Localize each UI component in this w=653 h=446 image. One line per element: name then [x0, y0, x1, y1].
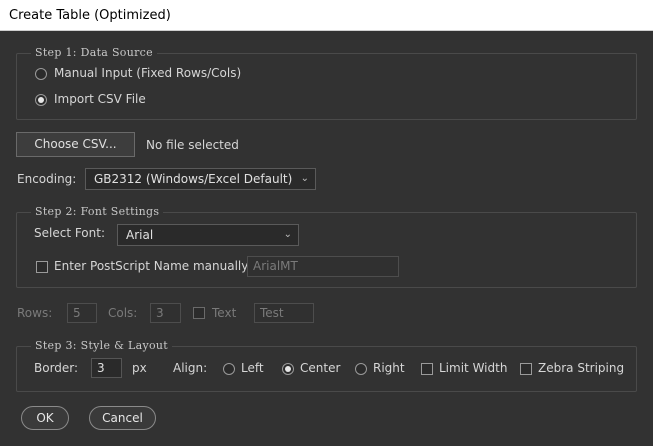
text-checkbox[interactable]	[193, 307, 205, 319]
postscript-label[interactable]: Enter PostScript Name manually:	[54, 259, 252, 273]
zebra-striping-checkbox[interactable]	[520, 363, 532, 375]
manual-input-radio[interactable]	[35, 68, 47, 80]
text-value: Test	[260, 306, 284, 320]
align-right-radio[interactable]	[355, 363, 367, 375]
border-value: 3	[97, 361, 105, 375]
rows-value: 5	[73, 306, 81, 320]
step1-legend: Step 1: Data Source	[31, 46, 157, 59]
import-csv-label[interactable]: Import CSV File	[54, 92, 146, 106]
window-titlebar[interactable]: Create Table (Optimized)	[0, 0, 653, 31]
choose-csv-label: Choose CSV...	[34, 137, 117, 151]
encoding-value: GB2312 (Windows/Excel Default)	[94, 172, 293, 186]
cols-value: 3	[156, 306, 164, 320]
rows-input[interactable]: 5	[67, 303, 97, 323]
ok-button[interactable]: OK	[21, 406, 69, 430]
postscript-checkbox[interactable]	[36, 261, 48, 273]
border-unit: px	[132, 361, 147, 375]
cols-label: Cols:	[108, 306, 138, 320]
align-right-label[interactable]: Right	[373, 361, 405, 375]
border-input[interactable]: 3	[91, 358, 122, 378]
encoding-select[interactable]: GB2312 (Windows/Excel Default) ⌄	[85, 168, 316, 190]
rows-label: Rows:	[17, 306, 53, 320]
csv-status-text: No file selected	[146, 138, 239, 152]
border-label: Border:	[34, 361, 79, 375]
manual-input-label[interactable]: Manual Input (Fixed Rows/Cols)	[54, 66, 241, 80]
text-input[interactable]: Test	[254, 303, 314, 323]
dialog-body: Step 1: Data Source Manual Input (Fixed …	[1, 31, 652, 446]
postscript-name-value: ArialMT	[253, 259, 298, 273]
align-left-radio[interactable]	[223, 363, 235, 375]
step1-group: Step 1: Data Source	[16, 46, 637, 120]
step2-legend: Step 2: Font Settings	[31, 205, 164, 218]
align-left-label[interactable]: Left	[241, 361, 264, 375]
cancel-label: Cancel	[102, 411, 143, 425]
text-checkbox-label[interactable]: Text	[212, 306, 236, 320]
chevron-down-icon: ⌄	[300, 173, 309, 184]
align-label: Align:	[173, 361, 208, 375]
font-value: Arial	[126, 228, 154, 242]
zebra-striping-label[interactable]: Zebra Striping	[538, 361, 624, 375]
limit-width-label[interactable]: Limit Width	[439, 361, 507, 375]
step3-legend: Step 3: Style & Layout	[31, 339, 172, 352]
font-select[interactable]: Arial ⌄	[117, 224, 299, 246]
align-center-label[interactable]: Center	[300, 361, 340, 375]
select-font-label: Select Font:	[34, 226, 106, 240]
window-title: Create Table (Optimized)	[9, 8, 171, 23]
postscript-name-input[interactable]: ArialMT	[247, 256, 399, 277]
chevron-down-icon: ⌄	[283, 229, 292, 240]
align-center-radio[interactable]	[282, 363, 294, 375]
limit-width-checkbox[interactable]	[421, 363, 433, 375]
cols-input[interactable]: 3	[150, 303, 181, 323]
ok-label: OK	[36, 411, 54, 425]
encoding-label: Encoding:	[17, 172, 77, 186]
import-csv-radio[interactable]	[35, 94, 47, 106]
choose-csv-button[interactable]: Choose CSV...	[16, 132, 135, 157]
cancel-button[interactable]: Cancel	[89, 406, 156, 430]
